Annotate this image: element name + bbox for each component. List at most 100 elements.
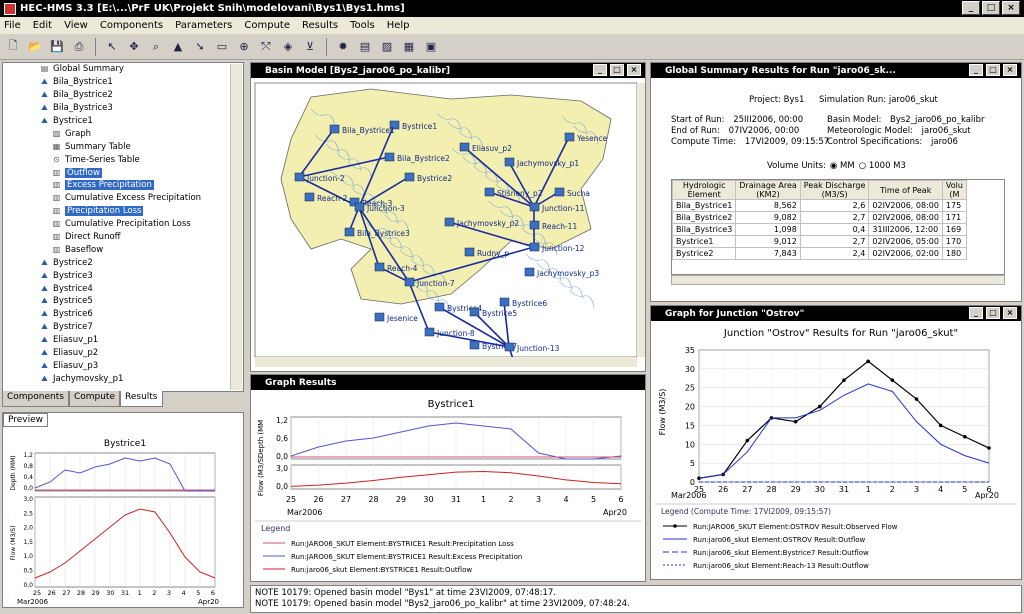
tree-item[interactable]: ⛰ Eliasuv_p1	[3, 334, 243, 347]
basin-element-icon[interactable]	[469, 340, 480, 350]
tab-compute[interactable]: Compute	[68, 391, 120, 407]
tree-item[interactable]: ⛰ Bystrice7	[3, 321, 243, 334]
print-icon[interactable]: ⎙	[70, 38, 88, 56]
summary-results-icon[interactable]: ▦	[400, 38, 418, 56]
ostrov-close-button[interactable]: ×	[1003, 307, 1017, 319]
new-file-icon[interactable]: 🗋	[4, 38, 22, 56]
summary-titlebar[interactable]: Global Summary Results for Run "jaro06_s…	[651, 63, 1021, 78]
tree-item[interactable]: ▨ Graph	[3, 127, 243, 140]
basin-element-icon[interactable]	[329, 124, 340, 134]
maximize-button[interactable]: □	[982, 1, 1000, 15]
column-header[interactable]: Drainage Area (KM2)	[735, 180, 801, 200]
basin-element-icon[interactable]	[374, 312, 385, 322]
basin-element-icon[interactable]	[304, 192, 315, 202]
tree-item[interactable]: ⛰ Bystrice5	[3, 295, 243, 308]
menu-view[interactable]: View	[64, 20, 88, 31]
tree-item[interactable]: ⛰ Bystrice2	[3, 256, 243, 269]
tree-item[interactable]: ⛰ Bystrice6	[3, 308, 243, 321]
tree-item[interactable]: ▥ Baseflow	[3, 243, 243, 256]
tree-item[interactable]: ▥ Direct Runoff	[3, 231, 243, 244]
table-row[interactable]: Bila_Bystrice3 1,098 0,4 31III2006, 12:00 16…	[672, 223, 967, 236]
basin-element-icon[interactable]	[354, 202, 365, 212]
basin-element-icon[interactable]	[484, 187, 495, 197]
ostrov-maximize-button[interactable]: □	[986, 307, 1000, 319]
table-row[interactable]: Bystrice1 9,012 2,7 02IV2006, 05:00 170	[672, 235, 967, 248]
menu-compute[interactable]: Compute	[244, 20, 290, 31]
menu-results[interactable]: Results	[302, 20, 338, 31]
summary-close-button[interactable]: ×	[1003, 64, 1017, 76]
graph-results-icon[interactable]: ▨	[378, 38, 396, 56]
table-row[interactable]: Bystrice2 7,843 2,4 02IV2006, 02:00 180	[672, 247, 967, 260]
tree-scrollbar[interactable]	[230, 64, 242, 390]
sink-tool-icon[interactable]: ⊻	[301, 38, 319, 56]
open-folder-icon[interactable]: 📂	[26, 38, 44, 56]
summary-maximize-button[interactable]: □	[986, 64, 1000, 76]
subbasin-tool-icon[interactable]: ▲	[169, 38, 187, 56]
column-header[interactable]: Volu (M	[941, 180, 967, 200]
basin-element-icon[interactable]	[384, 152, 395, 162]
tree-item[interactable]: ⛰ Bila_Bystrice2	[3, 89, 243, 102]
basin-element-icon[interactable]	[444, 217, 455, 227]
zoom-icon[interactable]: ⌕	[147, 38, 165, 56]
summary-table-container[interactable]: Hydrologic Element Drainage Area (KM2) Peak …	[671, 179, 1005, 275]
column-header[interactable]: Time of Peak	[868, 180, 943, 200]
table-results-icon[interactable]: ▣	[422, 38, 440, 56]
ostrov-minimize-button[interactable]: _	[969, 307, 983, 319]
diversion-tool-icon[interactable]: ⤲	[257, 38, 275, 56]
menu-help[interactable]: Help	[387, 20, 410, 31]
basin-element-icon[interactable]	[504, 342, 515, 352]
basin-map[interactable]: Bystrice1 Bila_Bystrice1 Bila_Bystrice2 Jun…	[251, 79, 645, 371]
tree-item[interactable]: ⛰ Bila_Bystrice1	[3, 76, 243, 89]
tree-item[interactable]: ▥ Cumulative Precipitation Loss	[3, 218, 243, 231]
basin-element-icon[interactable]	[529, 242, 540, 252]
basin-element-icon[interactable]	[404, 172, 415, 182]
basin-element-icon[interactable]	[459, 142, 470, 152]
basin-model-titlebar[interactable]: Basin Model [Bys2_jaro06_po_kalibr] _ □ ×	[251, 63, 645, 78]
tree-item[interactable]: ▤ Global Summary	[3, 63, 243, 76]
pointer-icon[interactable]: ↖	[103, 38, 121, 56]
column-header[interactable]: Peak Discharge (M3/S)	[799, 180, 870, 200]
basin-element-icon[interactable]	[504, 157, 515, 167]
source-tool-icon[interactable]: ◈	[279, 38, 297, 56]
table-row[interactable]: Bila_Bystrice2 9,082 2,7 02IV2006, 08:00 171	[672, 211, 967, 224]
table-row[interactable]: Bila_Bystrice1 8,562 2,6 02IV2006, 08:00 175	[672, 199, 967, 212]
basin-maximize-button[interactable]: □	[610, 64, 624, 76]
tree-item[interactable]: ▥ Cumulative Excess Precipitation	[3, 192, 243, 205]
minimize-button[interactable]: _	[962, 1, 980, 15]
basin-element-icon[interactable]	[499, 297, 510, 307]
tab-components[interactable]: Components	[2, 391, 69, 407]
unit-mm-radio[interactable]: ◉ MM	[830, 161, 855, 171]
column-header[interactable]: Hydrologic Element	[672, 180, 737, 200]
tree-item[interactable]: ⛰ Eliasuv_p3	[3, 359, 243, 372]
tree-item[interactable]: ▥ Excess Precipitation	[3, 179, 243, 192]
close-button[interactable]: ×	[1002, 1, 1020, 15]
tree-item[interactable]: ▦ Summary Table	[3, 140, 243, 153]
ostrov-titlebar[interactable]: Graph for Junction "Ostrov" _ □ ×	[651, 306, 1021, 321]
menu-parameters[interactable]: Parameters	[175, 20, 232, 31]
basin-minimize-button[interactable]: _	[593, 64, 607, 76]
tree-item[interactable]: ▥ Precipitation Loss	[3, 205, 243, 218]
menu-components[interactable]: Components	[100, 20, 163, 31]
basin-element-icon[interactable]	[294, 172, 305, 182]
basin-element-icon[interactable]	[554, 187, 565, 197]
basin-element-icon[interactable]	[404, 277, 415, 287]
menu-edit[interactable]: Edit	[33, 20, 52, 31]
tree-item[interactable]: ▥ Outflow	[3, 166, 243, 179]
basin-element-icon[interactable]	[464, 247, 475, 257]
tree-item[interactable]: ⊙ Time-Series Table	[3, 153, 243, 166]
junction-tool-icon[interactable]: ⊕	[235, 38, 253, 56]
basin-element-icon[interactable]	[344, 227, 355, 237]
reach-tool-icon[interactable]: ➘	[191, 38, 209, 56]
menu-tools[interactable]: Tools	[350, 20, 375, 31]
compute-icon[interactable]: ✹	[334, 38, 352, 56]
basin-element-icon[interactable]	[529, 220, 540, 230]
basin-element-icon[interactable]	[469, 307, 480, 317]
menu-file[interactable]: File	[4, 20, 21, 31]
basin-element-icon[interactable]	[434, 302, 445, 312]
graph-results-titlebar[interactable]: Graph Results	[251, 375, 645, 390]
tree-item[interactable]: ⛰ Bila_Bystrice3	[3, 102, 243, 115]
results-icon[interactable]: ▤	[356, 38, 374, 56]
pan-icon[interactable]: ✥	[125, 38, 143, 56]
save-icon[interactable]: 💾	[48, 38, 66, 56]
basin-element-icon[interactable]	[374, 262, 385, 272]
